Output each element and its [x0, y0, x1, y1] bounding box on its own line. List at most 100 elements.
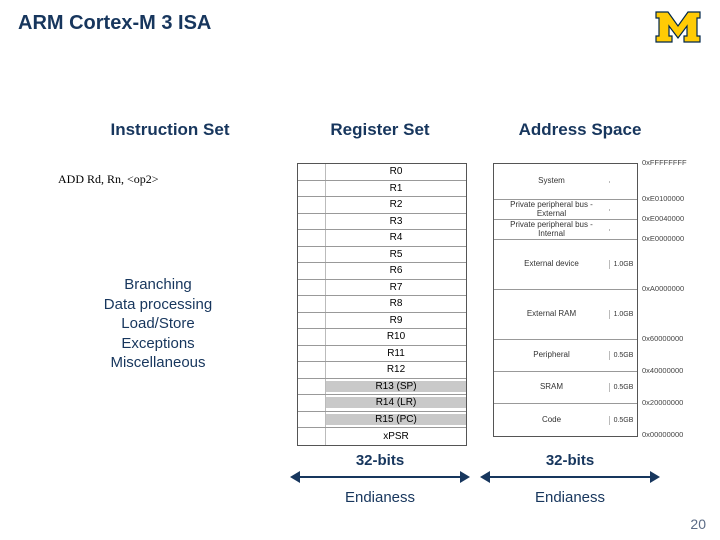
register-lead-cell — [298, 181, 326, 197]
column-heading-register: Register Set — [280, 120, 480, 140]
address-region-size: 1.0GB — [609, 260, 637, 269]
address-region-row: Private peripheral bus - Internal — [494, 220, 637, 240]
register-name: R10 — [326, 331, 466, 342]
address-hex-label: 0xA0000000 — [642, 284, 684, 293]
instruction-category: Exceptions — [68, 334, 248, 354]
address-hex-label: 0xFFFFFFFF — [642, 158, 687, 167]
register-lead-cell — [298, 313, 326, 329]
register-row: R12 — [298, 362, 466, 379]
register-row: R5 — [298, 247, 466, 264]
address-region-name: Private peripheral bus - External — [494, 200, 609, 220]
instruction-category: Data processing — [68, 295, 248, 315]
address-region-row: Private peripheral bus - External — [494, 200, 637, 220]
memory-width-label: 32-bits — [480, 452, 660, 469]
slide-title: ARM Cortex-M 3 ISA — [18, 12, 211, 35]
address-hex-label: 0x40000000 — [642, 366, 683, 375]
register-lead-cell — [298, 247, 326, 263]
register-width-label: 32-bits — [290, 452, 470, 469]
register-width-group: 32-bits Endianess — [290, 452, 470, 506]
address-region-size — [609, 229, 637, 231]
register-name: R7 — [326, 282, 466, 293]
register-name: R15 (PC) — [326, 414, 466, 425]
register-name: R5 — [326, 249, 466, 260]
register-lead-cell — [298, 280, 326, 296]
address-region-size — [609, 209, 637, 211]
register-row: R8 — [298, 296, 466, 313]
register-name: R12 — [326, 364, 466, 375]
register-row: R10 — [298, 329, 466, 346]
register-row: xPSR — [298, 428, 466, 445]
register-lead-cell — [298, 230, 326, 246]
register-lead-cell — [298, 197, 326, 213]
address-region-name: SRAM — [494, 382, 609, 393]
address-region-row: System — [494, 164, 637, 200]
register-lead-cell — [298, 412, 326, 428]
register-name: R14 (LR) — [326, 397, 466, 408]
register-row: R2 — [298, 197, 466, 214]
address-region-name: Private peripheral bus - Internal — [494, 220, 609, 240]
instruction-sample: ADD Rd, Rn, <op2> — [58, 172, 159, 187]
slide-number: 20 — [690, 516, 706, 532]
register-row: R11 — [298, 346, 466, 363]
memory-endian-label: Endianess — [480, 489, 660, 506]
register-name: R13 (SP) — [326, 381, 466, 392]
address-hex-label: 0xE0000000 — [642, 234, 684, 243]
address-map-table: SystemPrivate peripheral bus - ExternalP… — [493, 163, 638, 437]
register-name: R1 — [326, 183, 466, 194]
register-name: R9 — [326, 315, 466, 326]
register-lead-cell — [298, 296, 326, 312]
address-region-name: External RAM — [494, 309, 609, 320]
register-row: R13 (SP) — [298, 379, 466, 396]
address-region-name: Peripheral — [494, 350, 609, 361]
address-region-row: External device1.0GB — [494, 240, 637, 290]
register-row: R7 — [298, 280, 466, 297]
address-region-size: 0.5GB — [609, 351, 637, 360]
register-row: R0 — [298, 164, 466, 181]
instruction-category: Load/Store — [68, 314, 248, 334]
register-row: R15 (PC) — [298, 412, 466, 429]
register-name: xPSR — [326, 431, 466, 442]
address-region-row: Code0.5GB — [494, 404, 637, 436]
address-region-row: External RAM1.0GB — [494, 290, 637, 340]
register-lead-cell — [298, 395, 326, 411]
address-region-row: SRAM0.5GB — [494, 372, 637, 404]
michigan-logo — [654, 10, 702, 49]
register-lead-cell — [298, 214, 326, 230]
address-region-name: System — [494, 176, 609, 187]
instruction-category: Miscellaneous — [68, 353, 248, 373]
address-hex-label: 0xE0040000 — [642, 214, 684, 223]
address-hex-label: 0x20000000 — [642, 398, 683, 407]
address-region-size — [609, 181, 637, 183]
register-lead-cell — [298, 164, 326, 180]
register-row: R3 — [298, 214, 466, 231]
address-region-row: Peripheral0.5GB — [494, 340, 637, 372]
column-heading-address: Address Space — [480, 120, 680, 140]
address-region-size: 0.5GB — [609, 416, 637, 425]
register-name: R2 — [326, 199, 466, 210]
address-region-size: 1.0GB — [609, 310, 637, 319]
address-region-size: 0.5GB — [609, 383, 637, 392]
register-table: R0R1R2R3R4R5R6R7R8R9R10R11R12R13 (SP)R14… — [297, 163, 467, 446]
register-lead-cell — [298, 428, 326, 445]
register-lead-cell — [298, 329, 326, 345]
instruction-categories: BranchingData processingLoad/StoreExcept… — [68, 275, 248, 373]
register-lead-cell — [298, 263, 326, 279]
register-lead-cell — [298, 346, 326, 362]
register-name: R6 — [326, 265, 466, 276]
register-name: R3 — [326, 216, 466, 227]
memory-width-group: 32-bits Endianess — [480, 452, 660, 506]
column-heading-instruction: Instruction Set — [70, 120, 270, 140]
register-row: R1 — [298, 181, 466, 198]
register-row: R9 — [298, 313, 466, 330]
address-region-name: Code — [494, 415, 609, 426]
register-name: R8 — [326, 298, 466, 309]
address-region-name: External device — [494, 259, 609, 270]
address-hex-label: 0xE0100000 — [642, 194, 684, 203]
register-name: R0 — [326, 166, 466, 177]
double-arrow-icon — [290, 471, 470, 483]
register-endian-label: Endianess — [290, 489, 470, 506]
address-hex-label: 0x60000000 — [642, 334, 683, 343]
instruction-category: Branching — [68, 275, 248, 295]
register-lead-cell — [298, 362, 326, 378]
register-row: R14 (LR) — [298, 395, 466, 412]
